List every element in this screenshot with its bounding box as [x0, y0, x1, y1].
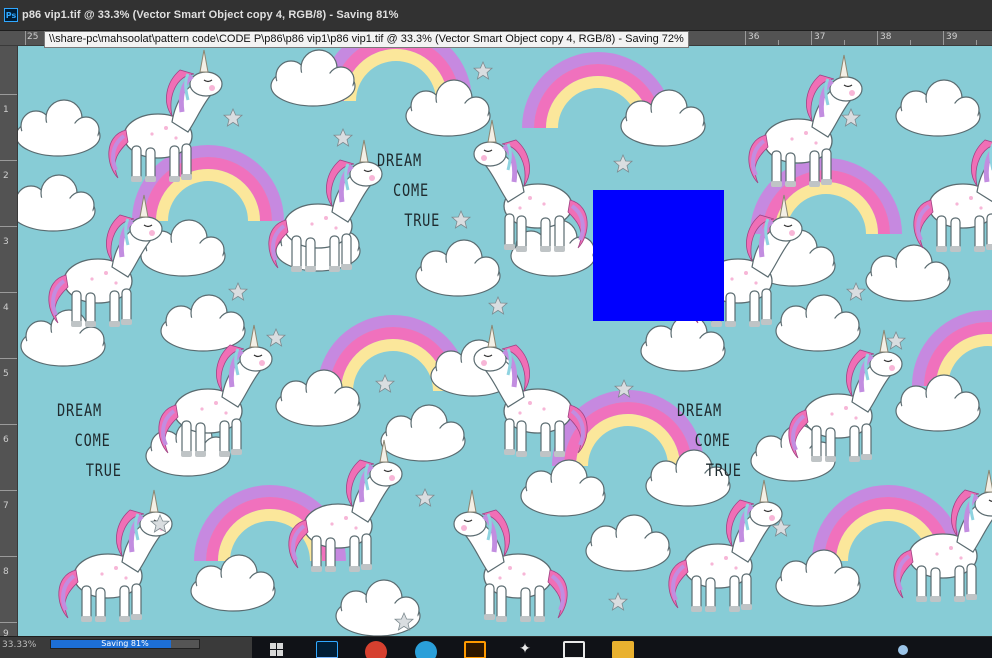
- ruler-label: 2: [3, 171, 9, 181]
- star: [333, 128, 353, 147]
- star: [473, 61, 493, 80]
- ruler-label: 25: [27, 32, 39, 42]
- star: [266, 328, 286, 347]
- ruler-tick: [0, 424, 17, 425]
- ruler-label: 1: [3, 105, 9, 115]
- ruler-tick: [0, 622, 17, 623]
- ruler-tick: [0, 292, 17, 293]
- ruler-label: 36: [748, 32, 760, 42]
- rainbow: [138, 151, 278, 221]
- star: [228, 282, 248, 301]
- ruler-tick: [0, 94, 17, 95]
- ruler-tick: [910, 40, 911, 45]
- cloud: [380, 404, 466, 462]
- ruler-label: 4: [3, 303, 9, 313]
- true-line: TRUE: [705, 461, 742, 481]
- star: [415, 488, 435, 507]
- tray-network-icon[interactable]: [898, 645, 908, 655]
- saving-progress-bar: Saving 81%: [50, 639, 200, 649]
- dream-line: DREAM: [677, 401, 722, 421]
- rainbow: [918, 316, 992, 386]
- dream-come-true-text: DREAM COME TRUE: [677, 396, 749, 486]
- star: [488, 296, 508, 315]
- cloud: [585, 514, 671, 572]
- ruler-tick: [0, 358, 17, 359]
- ruler-label: 37: [814, 32, 826, 42]
- cloud: [190, 554, 276, 612]
- cloud: [415, 239, 501, 297]
- dream-come-true-text: DREAM COME TRUE: [377, 146, 449, 236]
- ruler-label: 5: [3, 369, 9, 379]
- ruler-tick: [0, 160, 17, 161]
- app-window-icon[interactable]: [563, 641, 585, 658]
- photoshop-icon: Ps: [4, 8, 18, 22]
- document-title: p86 vip1.tif @ 33.3% (Vector Smart Objec…: [22, 9, 399, 21]
- true-line: TRUE: [85, 461, 122, 481]
- dream-line: DREAM: [57, 401, 102, 421]
- ruler-label: 7: [3, 501, 9, 511]
- chrome-icon[interactable]: [365, 641, 387, 658]
- cloud: [895, 374, 981, 432]
- photoshop-icon[interactable]: [316, 641, 338, 658]
- ruler-tick: [0, 490, 17, 491]
- windows-taskbar: ✦: [252, 636, 992, 658]
- status-bar: 33.33% Saving 81%: [0, 636, 252, 658]
- illustrator-icon[interactable]: [464, 641, 486, 658]
- cloud: [865, 244, 951, 302]
- come-line: COME: [393, 181, 429, 201]
- cloud: [405, 79, 491, 137]
- star: [886, 331, 906, 350]
- ruler-tick: [976, 40, 977, 45]
- ruler-tick: [811, 31, 812, 45]
- cloud: [160, 294, 246, 352]
- cloud: [775, 294, 861, 352]
- ruler-label: 6: [3, 435, 9, 445]
- ruler-label: 39: [946, 32, 958, 42]
- ruler-tick: [844, 40, 845, 45]
- star: [451, 210, 471, 229]
- star: [223, 108, 243, 127]
- game-icon[interactable]: ✦: [514, 641, 536, 658]
- ruler-tick: [778, 40, 779, 45]
- ruler-label: 8: [3, 567, 9, 577]
- vertical-ruler[interactable]: 1 2 3 4 5 6 7 8 9: [0, 46, 18, 636]
- cloud: [895, 79, 981, 137]
- dream-come-true-text: DREAM COME TRUE: [57, 396, 129, 486]
- blue-square-overlay[interactable]: [593, 190, 724, 321]
- ruler-label: 3: [3, 237, 9, 247]
- ruler-label: 38: [880, 32, 892, 42]
- star: [608, 592, 628, 611]
- come-line: COME: [74, 431, 111, 451]
- document-canvas[interactable]: DREAM COME TRUE DREAM COME TRUE DREAM CO…: [18, 46, 992, 636]
- star: [375, 374, 395, 393]
- unicorn: [59, 490, 172, 622]
- ruler-tick: [0, 556, 17, 557]
- ruler-label: 9: [3, 629, 9, 636]
- star: [613, 154, 633, 173]
- folder-icon[interactable]: [612, 641, 634, 658]
- come-line: COME: [694, 431, 731, 451]
- unicorn: [914, 120, 992, 252]
- ruler-tick: [745, 31, 746, 45]
- saving-progress-label: Saving 81%: [101, 639, 149, 648]
- zoom-level[interactable]: 33.33%: [2, 640, 36, 650]
- star: [846, 282, 866, 301]
- true-line: TRUE: [404, 211, 441, 231]
- cloud: [18, 99, 101, 157]
- ruler-tick: [25, 31, 26, 45]
- ruler-tick: [943, 31, 944, 45]
- dream-line: DREAM: [377, 151, 422, 171]
- unicorn-pattern-artwork: [18, 46, 992, 636]
- ruler-tick: [877, 31, 878, 45]
- windows-icon[interactable]: [266, 641, 288, 658]
- telegram-icon[interactable]: [415, 641, 437, 658]
- ruler-tick: [0, 226, 17, 227]
- file-path-tooltip: \\share-pc\mahsoolat\pattern code\CODE P…: [44, 31, 689, 48]
- cloud: [520, 459, 606, 517]
- cloud: [18, 174, 96, 232]
- window-titlebar[interactable]: Ps p86 vip1.tif @ 33.3% (Vector Smart Ob…: [0, 0, 992, 31]
- star: [841, 108, 861, 127]
